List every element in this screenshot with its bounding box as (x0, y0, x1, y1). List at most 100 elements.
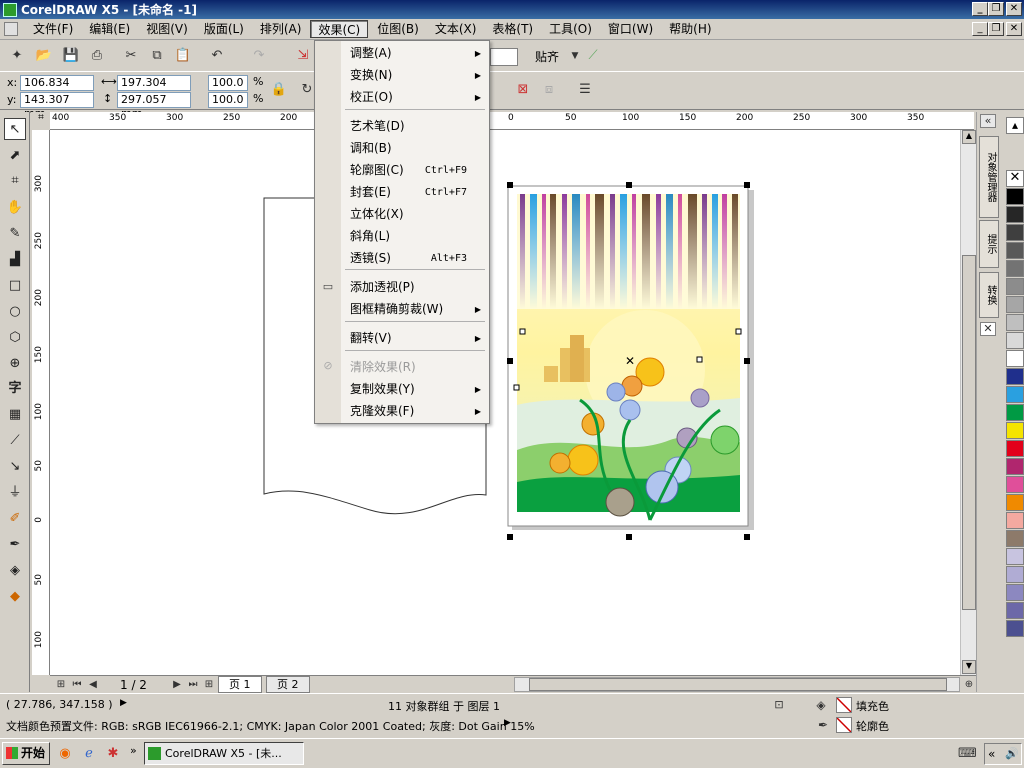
height-field[interactable]: 297.057 mm (117, 92, 191, 120)
palette-swatch[interactable] (1006, 260, 1024, 277)
close-button[interactable]: ✕ (1006, 2, 1022, 16)
horizontal-ruler[interactable]: 4003503002502001501005005010015020025030… (50, 112, 974, 130)
collapse-dockers-icon[interactable]: « (980, 114, 996, 128)
menu-item-powerclip[interactable]: 图框精确剪裁(W) ▶ (350, 299, 485, 320)
palette-swatch[interactable] (1006, 404, 1024, 421)
fill-tool-icon[interactable]: ◈ (4, 560, 26, 582)
quicklaunch-more-icon[interactable]: » (130, 744, 137, 757)
rectangle-tool-icon[interactable]: □ (4, 275, 26, 297)
palette-swatch[interactable] (1006, 476, 1024, 493)
palette-swatch[interactable] (1006, 188, 1024, 205)
menu-item-copy-effect[interactable]: 复制效果(Y) ▶ (350, 379, 485, 400)
copy-icon[interactable]: ⧉ (148, 47, 166, 65)
profile-arrow-icon[interactable]: ▶ (504, 718, 511, 728)
freehand-tool-icon[interactable]: ✎ (4, 223, 26, 245)
keyboard-tray-icon[interactable]: ⌨ (958, 745, 977, 763)
status-settings-icon[interactable]: ⊡ (770, 696, 788, 714)
horizontal-scrollbar[interactable] (514, 677, 960, 692)
menu-item-envelope[interactable]: 封套(E) Ctrl+F7 (350, 182, 485, 203)
palette-swatch[interactable] (1006, 620, 1024, 637)
menu-4[interactable]: 排列(A) (253, 20, 309, 38)
vertical-ruler[interactable]: 300 250 200 150 100 50 0 50 100 (32, 130, 50, 675)
docker-tab-hints[interactable]: 提示 (979, 220, 999, 268)
palette-scroll-up-icon[interactable]: ▴ (1006, 117, 1024, 134)
menu-9[interactable]: 工具(O) (542, 20, 599, 38)
chevron-down-icon[interactable]: ▼ (566, 47, 584, 65)
ie-quicklaunch-icon[interactable]: ℯ (80, 745, 98, 763)
menu-6[interactable]: 位图(B) (370, 20, 426, 38)
y-position-field[interactable]: 143.307 mm (20, 92, 94, 120)
palette-swatch[interactable] (1006, 278, 1024, 295)
palette-swatch[interactable] (1006, 296, 1024, 313)
import-icon[interactable]: ⇲ (294, 47, 312, 65)
menu-1[interactable]: 编辑(E) (82, 20, 137, 38)
align-icon[interactable]: ☰ (576, 81, 594, 99)
menu-item-clone-effect[interactable]: 克隆效果(F) ▶ (350, 401, 485, 422)
polygon-tool-icon[interactable]: ⬡ (4, 327, 26, 349)
print-icon[interactable]: ⎙ (88, 47, 106, 65)
pick-tool-icon[interactable]: ↖ (4, 118, 26, 140)
width-field[interactable]: 197.304 mm (117, 75, 191, 103)
start-button[interactable]: 开始 (2, 742, 50, 765)
add-page-after-icon[interactable]: ⊞ (200, 676, 218, 694)
menu-item-adjust[interactable]: 调整(A) ▶ (350, 43, 485, 64)
menu-8[interactable]: 表格(T) (485, 20, 540, 38)
doc-close-button[interactable]: ✕ (1006, 22, 1022, 36)
palette-swatch[interactable] (1006, 494, 1024, 511)
coords-arrow-icon[interactable]: ▶ (120, 698, 127, 708)
menu-11[interactable]: 帮助(H) (662, 20, 718, 38)
basic-shapes-icon[interactable]: ⊕ (4, 353, 26, 375)
menu-7[interactable]: 文本(X) (428, 20, 484, 38)
taskbar-coreldraw-button[interactable]: CorelDRAW X5 - [未... (144, 742, 304, 765)
palette-swatch[interactable] (1006, 242, 1024, 259)
chrome-quicklaunch-icon[interactable]: ◉ (56, 745, 74, 763)
save-icon[interactable]: 💾 (62, 47, 80, 65)
tray-expand-icon[interactable]: « (988, 747, 995, 761)
interactive-fill-icon[interactable]: ◆ (4, 586, 26, 608)
maximize-button[interactable]: ❐ (988, 2, 1004, 16)
page-tab-2[interactable]: 页 2 (266, 676, 310, 693)
palette-swatch[interactable] (1006, 584, 1024, 601)
menu-item-add-perspective[interactable]: 添加透视(P) (350, 277, 485, 298)
open-folder-icon[interactable]: 📂 (35, 47, 53, 65)
table-tool-icon[interactable]: ▦ (4, 404, 26, 426)
palette-swatch[interactable] (1006, 440, 1024, 457)
horizontal-scroll-thumb[interactable] (529, 678, 947, 691)
page-tab-1[interactable]: 页 1 (218, 676, 262, 693)
palette-swatch[interactable] (1006, 566, 1024, 583)
palette-swatch[interactable] (1006, 548, 1024, 565)
palette-swatch[interactable] (1006, 386, 1024, 403)
menu-item-correction[interactable]: 校正(O) ▶ (350, 87, 485, 108)
palette-swatch[interactable] (1006, 602, 1024, 619)
vertical-scrollbar[interactable]: ▲ ▼ (960, 130, 976, 675)
menu-item-blend[interactable]: 调和(B) (350, 138, 485, 159)
menu-item-transform[interactable]: 变换(N) ▶ (350, 65, 485, 86)
palette-swatch[interactable] (1006, 332, 1024, 349)
crop-tool-icon[interactable]: ⌗ (4, 170, 26, 192)
docker-tab-transform[interactable]: 转换 (979, 272, 999, 318)
cut-icon[interactable]: ✂ (122, 47, 140, 65)
zoom-dropdown[interactable] (490, 48, 518, 66)
smart-fill-icon[interactable]: ▟ (4, 249, 26, 271)
scroll-up-icon[interactable]: ▲ (962, 130, 976, 144)
menu-item-contour[interactable]: 轮廓图(C) Ctrl+F9 (350, 160, 485, 181)
outline-none-swatch[interactable] (836, 717, 852, 733)
ungroup-icon[interactable]: ⊠ (514, 81, 532, 99)
docker-tab-object-manager[interactable]: 对象管理器 (979, 136, 999, 218)
lock-ratio-icon[interactable]: 🔒 (270, 81, 288, 99)
eyedropper-tool-icon[interactable]: ✐ (4, 508, 26, 530)
new-document-icon[interactable]: ✦ (8, 47, 26, 65)
shape-tool-icon[interactable]: ⬈ (4, 145, 26, 167)
menu-item-clear-effect[interactable]: 清除效果(R) (350, 357, 485, 378)
menu-item-extrude[interactable]: 立体化(X) (350, 204, 485, 225)
palette-swatch[interactable] (1006, 458, 1024, 475)
redo-icon[interactable]: ↷ (250, 47, 268, 65)
blend-tool-icon[interactable]: ⏚ (4, 482, 26, 504)
outline-pen-icon[interactable]: ✒ (4, 534, 26, 556)
text-tool-icon[interactable]: 字 (4, 378, 26, 400)
no-color-swatch[interactable]: ✕ (1006, 170, 1024, 187)
volume-tray-icon[interactable]: 🔊 (1005, 747, 1019, 760)
palette-swatch[interactable] (1006, 350, 1024, 367)
menu-item-lens[interactable]: 透镜(S) Alt+F3 (350, 248, 485, 269)
prev-page-icon[interactable]: ◀ (84, 676, 102, 694)
